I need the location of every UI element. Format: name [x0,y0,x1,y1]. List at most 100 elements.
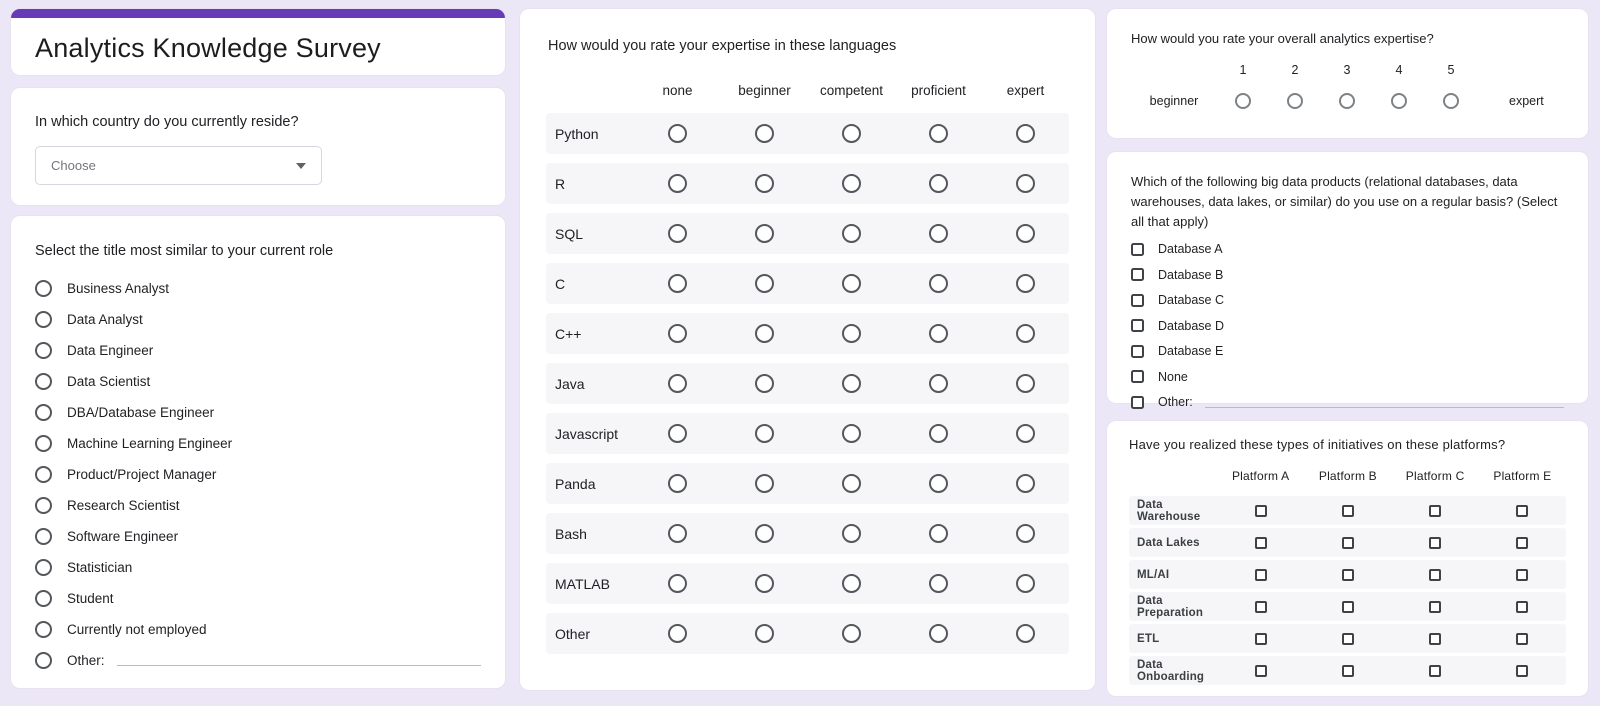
radio-icon[interactable] [1235,93,1251,109]
radio-icon[interactable] [668,524,687,543]
radio-icon[interactable] [842,324,861,343]
radio-icon[interactable] [929,324,948,343]
radio-icon[interactable] [842,624,861,643]
role-option[interactable]: Statistician [35,552,481,583]
role-option[interactable]: Research Scientist [35,490,481,521]
radio-icon[interactable] [35,652,52,669]
big-data-option[interactable]: None [1131,364,1564,390]
radio-icon[interactable] [668,224,687,243]
big-data-option[interactable]: Database C [1131,287,1564,313]
scale-option[interactable]: 4 [1373,63,1425,109]
radio-icon[interactable] [35,621,52,638]
radio-icon[interactable] [1443,93,1459,109]
scale-option[interactable]: 3 [1321,63,1373,109]
role-option[interactable]: Student [35,583,481,614]
radio-icon[interactable] [755,424,774,443]
radio-icon[interactable] [929,524,948,543]
other-answer-line[interactable] [1205,407,1564,408]
role-option[interactable]: Machine Learning Engineer [35,428,481,459]
radio-icon[interactable] [929,224,948,243]
radio-icon[interactable] [35,528,52,545]
checkbox-icon[interactable] [1429,537,1441,549]
radio-icon[interactable] [668,174,687,193]
radio-icon[interactable] [929,474,948,493]
radio-icon[interactable] [1016,574,1035,593]
radio-icon[interactable] [842,374,861,393]
radio-icon[interactable] [1391,93,1407,109]
checkbox-icon[interactable] [1342,665,1354,677]
checkbox-icon[interactable] [1342,537,1354,549]
radio-icon[interactable] [1016,324,1035,343]
radio-icon[interactable] [1016,424,1035,443]
radio-icon[interactable] [668,374,687,393]
radio-icon[interactable] [35,404,52,421]
radio-icon[interactable] [1016,274,1035,293]
radio-icon[interactable] [842,574,861,593]
radio-icon[interactable] [842,524,861,543]
radio-icon[interactable] [755,174,774,193]
radio-icon[interactable] [35,280,52,297]
role-option[interactable]: Other: [35,645,481,676]
radio-icon[interactable] [35,559,52,576]
radio-icon[interactable] [1016,224,1035,243]
checkbox-icon[interactable] [1255,633,1267,645]
radio-icon[interactable] [842,174,861,193]
role-option[interactable]: Software Engineer [35,521,481,552]
radio-icon[interactable] [1016,474,1035,493]
radio-icon[interactable] [755,374,774,393]
role-option[interactable]: Business Analyst [35,273,481,304]
radio-icon[interactable] [668,474,687,493]
big-data-option[interactable]: Database E [1131,338,1564,364]
checkbox-icon[interactable] [1131,243,1144,256]
radio-icon[interactable] [668,574,687,593]
radio-icon[interactable] [929,174,948,193]
role-option[interactable]: DBA/Database Engineer [35,397,481,428]
checkbox-icon[interactable] [1429,665,1441,677]
radio-icon[interactable] [35,435,52,452]
checkbox-icon[interactable] [1429,569,1441,581]
radio-icon[interactable] [929,624,948,643]
checkbox-icon[interactable] [1516,505,1528,517]
radio-icon[interactable] [929,424,948,443]
scale-option[interactable]: 5 [1425,63,1477,109]
radio-icon[interactable] [35,590,52,607]
radio-icon[interactable] [755,574,774,593]
radio-icon[interactable] [755,124,774,143]
radio-icon[interactable] [35,311,52,328]
radio-icon[interactable] [668,424,687,443]
checkbox-icon[interactable] [1255,665,1267,677]
radio-icon[interactable] [842,474,861,493]
checkbox-icon[interactable] [1255,537,1267,549]
radio-icon[interactable] [929,124,948,143]
radio-icon[interactable] [755,324,774,343]
checkbox-icon[interactable] [1342,505,1354,517]
radio-icon[interactable] [1016,624,1035,643]
radio-icon[interactable] [929,374,948,393]
checkbox-icon[interactable] [1131,396,1144,409]
radio-icon[interactable] [35,373,52,390]
checkbox-icon[interactable] [1516,537,1528,549]
radio-icon[interactable] [1016,374,1035,393]
checkbox-icon[interactable] [1516,601,1528,613]
checkbox-icon[interactable] [1429,505,1441,517]
radio-icon[interactable] [755,474,774,493]
radio-icon[interactable] [668,274,687,293]
radio-icon[interactable] [1016,524,1035,543]
checkbox-icon[interactable] [1516,665,1528,677]
radio-icon[interactable] [35,497,52,514]
radio-icon[interactable] [842,274,861,293]
role-option[interactable]: Data Analyst [35,304,481,335]
role-option[interactable]: Currently not employed [35,614,481,645]
checkbox-icon[interactable] [1516,633,1528,645]
radio-icon[interactable] [35,466,52,483]
checkbox-icon[interactable] [1429,633,1441,645]
radio-icon[interactable] [755,224,774,243]
radio-icon[interactable] [755,524,774,543]
checkbox-icon[interactable] [1131,319,1144,332]
checkbox-icon[interactable] [1342,569,1354,581]
big-data-option[interactable]: Other: [1131,389,1564,415]
checkbox-icon[interactable] [1255,601,1267,613]
radio-icon[interactable] [755,274,774,293]
radio-icon[interactable] [35,342,52,359]
radio-icon[interactable] [1016,174,1035,193]
